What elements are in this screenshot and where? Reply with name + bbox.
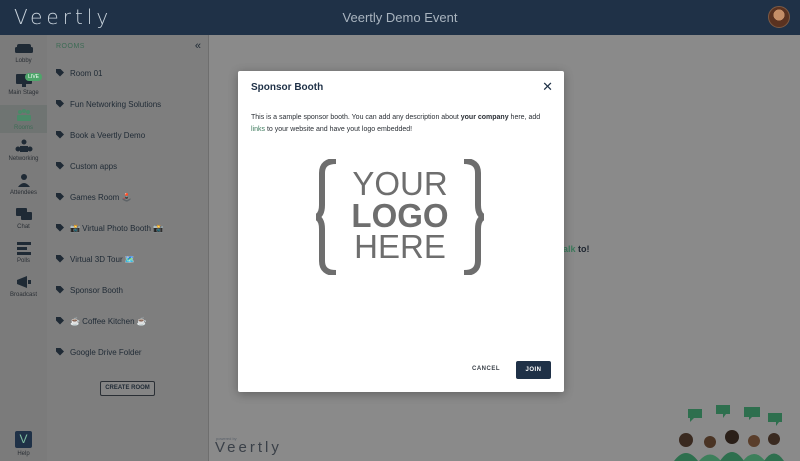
room-label: 📸 Virtual Photo Booth 📸: [70, 224, 164, 233]
talk-link[interactable]: alk: [563, 244, 576, 254]
room-item[interactable]: Games Room 🕹️: [56, 191, 206, 205]
modal-title: Sponsor Booth: [251, 82, 324, 93]
people-illustration: [674, 405, 784, 461]
live-badge: LIVE: [25, 73, 42, 81]
rail-label: Attendees: [9, 190, 38, 196]
desc-bold: your company: [460, 114, 509, 121]
room-item[interactable]: Google Drive Folder: [56, 346, 206, 360]
room-label: Room 01: [70, 69, 103, 78]
modal-description: This is a sample sponsor booth. You can …: [251, 112, 551, 136]
rail-item-chat[interactable]: Chat: [0, 207, 47, 230]
tag-icon: [56, 100, 64, 108]
create-room-button[interactable]: CREATE ROOM: [100, 381, 155, 396]
tag-icon: [56, 162, 64, 170]
rail-item-networking[interactable]: Networking: [0, 139, 47, 162]
room-item[interactable]: 📸 Virtual Photo Booth 📸: [56, 222, 206, 236]
rail-item-lobby[interactable]: Lobby: [0, 41, 47, 64]
tag-icon: [56, 348, 64, 356]
desc-link[interactable]: links: [251, 126, 265, 133]
rooms-panel: ROOMS « Room 01 Fun Networking Solutions…: [47, 35, 209, 461]
room-label: Custom apps: [70, 162, 118, 171]
rooms-icon: [16, 109, 31, 121]
attendees-icon: [17, 174, 30, 187]
room-label: Google Drive Folder: [70, 348, 142, 357]
rail-label: Lobby: [15, 58, 32, 64]
close-icon[interactable]: ✕: [542, 79, 553, 95]
tag-icon: [56, 193, 64, 201]
logo-line-3: HERE: [354, 228, 446, 265]
rail-item-help[interactable]: V Help: [0, 431, 47, 457]
rail-label: Polls: [16, 258, 30, 264]
room-label: Book a Veertly Demo: [70, 131, 146, 140]
cancel-button[interactable]: CANCEL: [466, 361, 506, 378]
talk-suffix: to!: [575, 244, 590, 254]
desc-text: to your website and have yout logo embed…: [265, 126, 413, 133]
room-item[interactable]: Fun Networking Solutions: [56, 98, 206, 112]
rooms-heading: ROOMS: [56, 43, 85, 50]
top-bar: Veertly Veertly Demo Event: [0, 0, 800, 35]
room-label: Games Room 🕹️: [70, 193, 132, 202]
rail-item-main-stage[interactable]: LIVE Main Stage: [0, 73, 47, 96]
rail-item-rooms[interactable]: Rooms: [0, 105, 47, 133]
join-button[interactable]: JOIN: [516, 361, 551, 379]
room-label: ☕ Coffee Kitchen ☕: [70, 317, 147, 326]
event-title: Veertly Demo Event: [342, 10, 458, 25]
room-label: Fun Networking Solutions: [70, 100, 162, 109]
sponsor-booth-modal: Sponsor Booth ✕ This is a sample sponsor…: [238, 71, 564, 392]
room-item[interactable]: ☕ Coffee Kitchen ☕: [56, 315, 206, 329]
room-item[interactable]: Custom apps: [56, 160, 206, 174]
collapse-icon[interactable]: «: [195, 40, 201, 52]
tag-icon: [56, 317, 64, 325]
rail-item-polls[interactable]: Polls: [0, 241, 47, 264]
icon-rail: Lobby LIVE Main Stage Rooms Networking A…: [0, 35, 47, 461]
room-item[interactable]: Virtual 3D Tour 🗺️: [56, 253, 206, 267]
networking-icon: [15, 139, 32, 152]
tag-icon: [56, 286, 64, 294]
tag-icon: [56, 255, 64, 263]
veertly-v-icon: V: [15, 431, 32, 448]
desc-text: here, add: [508, 114, 541, 121]
tag-icon: [56, 224, 64, 232]
rail-item-broadcast[interactable]: Broadcast: [0, 275, 47, 298]
tag-icon: [56, 69, 64, 77]
room-item[interactable]: Room 01: [56, 67, 206, 81]
tag-icon: [56, 131, 64, 139]
room-label: Virtual 3D Tour 🗺️: [70, 255, 135, 264]
talk-text: alk to!: [563, 244, 590, 254]
sponsor-logo-placeholder: YOUR LOGO HERE: [316, 159, 484, 275]
polls-icon: [16, 242, 31, 255]
rail-label: Networking: [8, 156, 39, 162]
room-label: Sponsor Booth: [70, 286, 123, 295]
rail-label: Rooms: [13, 125, 33, 131]
megaphone-icon: [16, 276, 31, 288]
chat-icon: [15, 208, 32, 220]
room-item[interactable]: Book a Veertly Demo: [56, 129, 206, 143]
rail-label: Help: [17, 451, 30, 457]
sofa-icon: [14, 44, 33, 53]
user-avatar[interactable]: [768, 6, 790, 28]
rail-label: Main Stage: [8, 90, 39, 96]
rail-label: Broadcast: [9, 292, 37, 298]
rail-label: Chat: [17, 224, 30, 230]
rail-item-attendees[interactable]: Attendees: [0, 173, 47, 196]
room-item[interactable]: Sponsor Booth: [56, 284, 206, 298]
desc-text: This is a sample sponsor booth. You can …: [251, 114, 461, 121]
powered-by-brand: Veertly: [215, 439, 282, 456]
